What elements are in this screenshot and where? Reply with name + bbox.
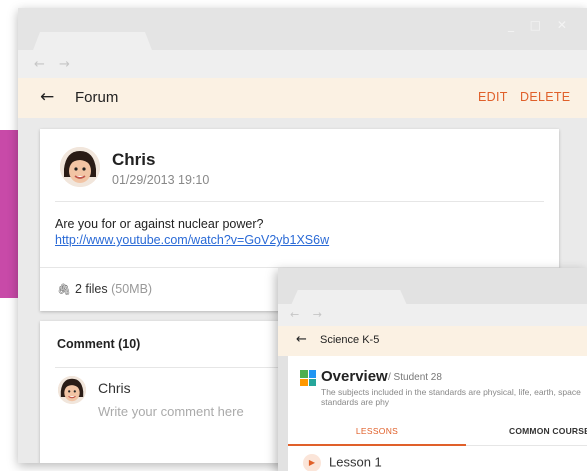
tab-common-course[interactable]: COMMON COURSE I <box>509 418 587 446</box>
browser-toolbar: ← → <box>18 50 587 78</box>
lesson-label: Lesson 1 <box>329 454 382 470</box>
course-app-bar: ← Science K-5 <box>278 326 587 356</box>
lesson-item[interactable]: ▶ Lesson 1 <box>303 454 382 471</box>
overview-title: Overview <box>321 368 388 385</box>
grid-icon <box>300 370 316 386</box>
post-link[interactable]: http://www.youtube.com/watch?v=GoV2yb1XS… <box>55 233 329 247</box>
post-author: Chris <box>112 150 156 169</box>
window-controls[interactable]: _ □ ✕ <box>508 18 573 32</box>
page-title: Forum <box>75 89 119 106</box>
divider <box>55 201 544 202</box>
arrow-left-icon[interactable]: ← <box>296 332 307 347</box>
paperclip-icon: 🖇 <box>57 283 71 296</box>
attachments[interactable]: 🖇 2 files (50MB) <box>57 282 152 296</box>
comment-input[interactable]: Write your comment here <box>98 404 244 419</box>
tab-lessons[interactable]: LESSONS <box>288 418 466 446</box>
forum-app-bar: ← Forum EDIT DELETE <box>18 78 587 118</box>
overview-subtitle: / Student 28 <box>388 372 442 383</box>
nav-arrows-icon[interactable]: ← → <box>34 57 75 72</box>
comment-user: Chris <box>98 380 131 396</box>
overview-description: The subjects included in the standards a… <box>321 387 581 407</box>
arrow-left-icon[interactable]: ← <box>40 87 54 107</box>
attachments-count: 2 files <box>74 282 108 296</box>
edit-button[interactable]: EDIT <box>478 90 508 104</box>
browser-toolbar: ← → <box>278 304 587 326</box>
attachments-size: (50MB) <box>111 282 153 296</box>
play-icon: ▶ <box>303 454 321 471</box>
course-title: Science K-5 <box>320 334 380 346</box>
avatar[interactable] <box>60 147 100 187</box>
comments-title: Comment (10) <box>57 337 141 351</box>
nav-arrows-icon[interactable]: ← → <box>290 308 327 321</box>
delete-button[interactable]: DELETE <box>520 90 570 104</box>
post-text: Are you for or against nuclear power? <box>55 217 264 231</box>
course-window: ← → ← Science K-5 Overview / Student 28 … <box>278 268 587 471</box>
post-date: 01/29/2013 19:10 <box>112 173 210 187</box>
avatar <box>58 376 86 404</box>
course-tabs: LESSONS COMMON COURSE I <box>288 418 587 446</box>
course-panel: Overview / Student 28 The subjects inclu… <box>288 356 587 471</box>
